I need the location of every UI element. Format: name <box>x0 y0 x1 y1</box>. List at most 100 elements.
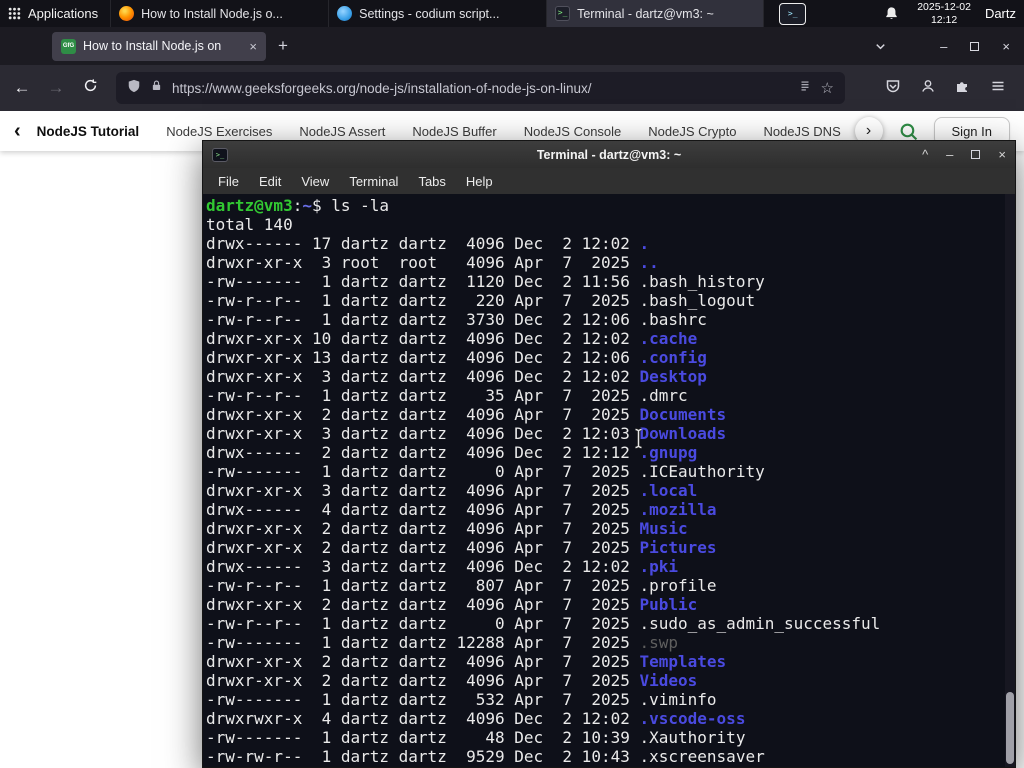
terminal-menubar: File Edit View Terminal Tabs Help <box>203 168 1015 194</box>
ls-entry: -rw------- 1 dartz dartz 0 Apr 7 2025 .I… <box>206 462 765 481</box>
pocket-icon[interactable] <box>885 78 901 99</box>
ls-entry: -rw------- 1 dartz dartz 48 Dec 2 10:39 … <box>206 728 746 747</box>
ls-entry: -rw-r--r-- 1 dartz dartz 0 Apr 7 2025 .s… <box>206 614 881 633</box>
terminal-tray-icon[interactable]: >_ <box>779 2 807 25</box>
taskbar-button-title: How to Install Node.js o... <box>141 6 283 21</box>
ls-entry: drwxrwxr-x 4 dartz dartz 4096 Dec 2 12:0… <box>206 709 746 728</box>
firefox-tab-bar: How to Install Node.js on × + – × <box>0 27 1024 65</box>
maximize-window-icon[interactable] <box>970 41 980 51</box>
extensions-icon[interactable] <box>955 78 971 99</box>
tabbar-right-controls: – × <box>873 39 1024 54</box>
close-window-icon[interactable]: × <box>1002 39 1010 54</box>
panel-user-label: Dartz <box>984 6 1016 21</box>
ls-entry: -rw------- 1 dartz dartz 12288 Apr 7 202… <box>206 633 679 652</box>
ls-entry: drwx------ 17 dartz dartz 4096 Dec 2 12:… <box>206 234 650 253</box>
nav-item[interactable]: NodeJS Exercises <box>166 124 272 139</box>
search-icon[interactable] <box>899 122 918 141</box>
taskbar-button-settings[interactable]: Settings - codium script... <box>328 0 546 27</box>
ls-entry: drwx------ 4 dartz dartz 4096 Apr 7 2025… <box>206 500 717 519</box>
nav-item[interactable]: NodeJS Tutorial <box>37 124 140 139</box>
terminal-window-title: Terminal - dartz@vm3: ~ <box>536 147 682 162</box>
shade-window-icon[interactable]: ^ <box>922 147 928 162</box>
new-tab-button[interactable]: + <box>278 36 288 56</box>
scrollbar-thumb[interactable] <box>1006 692 1014 764</box>
reload-button[interactable] <box>78 78 102 98</box>
browser-tab[interactable]: How to Install Node.js on × <box>52 31 266 61</box>
total-line: total 140 <box>206 215 293 234</box>
menu-terminal[interactable]: Terminal <box>339 174 408 189</box>
ls-entry: -rw-r--r-- 1 dartz dartz 35 Apr 7 2025 .… <box>206 386 688 405</box>
back-button[interactable]: ← <box>10 78 34 98</box>
typed-command: ls -la <box>331 196 390 215</box>
tracking-shield-icon[interactable] <box>127 79 141 98</box>
screen: Applications How to Install Node.js o...… <box>0 0 1024 768</box>
clock-time: 12:12 <box>930 13 958 26</box>
account-icon[interactable] <box>920 78 936 99</box>
ls-entry: drwxr-xr-x 3 root root 4096 Apr 7 2025 .… <box>206 253 659 272</box>
nav-item[interactable]: NodeJS Assert <box>299 124 385 139</box>
firefox-nav-toolbar: ← → https://www.geeksforgeeks.org/node-j… <box>0 65 1024 111</box>
nav-item[interactable]: NodeJS DNS <box>763 124 840 139</box>
terminal-window: >_ Terminal - dartz@vm3: ~ ^ – × File Edi… <box>202 140 1016 768</box>
panel-clock[interactable]: 2025-12-02 12:12 <box>917 1 971 26</box>
menu-view[interactable]: View <box>291 174 339 189</box>
minimize-window-icon[interactable]: – <box>940 39 947 54</box>
reader-view-icon[interactable] <box>798 79 812 98</box>
menu-tabs[interactable]: Tabs <box>408 174 455 189</box>
ls-entry: drwx------ 2 dartz dartz 4096 Dec 2 12:1… <box>206 443 698 462</box>
ls-entry: drwxr-xr-x 2 dartz dartz 4096 Apr 7 2025… <box>206 652 727 671</box>
ls-entry: drwxr-xr-x 3 dartz dartz 4096 Dec 2 12:0… <box>206 367 707 386</box>
close-tab-icon[interactable]: × <box>245 39 257 54</box>
ls-entry: drwxr-xr-x 13 dartz dartz 4096 Dec 2 12:… <box>206 348 707 367</box>
taskbar-button-terminal[interactable]: >_ Terminal - dartz@vm3: ~ <box>546 0 765 27</box>
lock-icon[interactable] <box>150 79 163 97</box>
applications-menu-button[interactable]: Applications <box>0 0 110 27</box>
ls-entry: drwxr-xr-x 2 dartz dartz 4096 Apr 7 2025… <box>206 671 698 690</box>
taskbar: How to Install Node.js o... Settings - co… <box>110 0 765 27</box>
applications-label: Applications <box>28 6 99 21</box>
taskbar-button-title: Settings - codium script... <box>359 6 500 21</box>
url-bar[interactable]: https://www.geeksforgeeks.org/node-js/in… <box>116 72 845 104</box>
prompt-user-host: dartz@vm3 <box>206 196 293 215</box>
toolbar-right-icons <box>885 78 1014 99</box>
ls-entry: drwxr-xr-x 2 dartz dartz 4096 Apr 7 2025… <box>206 595 698 614</box>
menu-file[interactable]: File <box>208 174 249 189</box>
ls-entry: -rw-rw-r-- 1 dartz dartz 9529 Dec 2 10:4… <box>206 747 765 766</box>
terminal-window-controls: ^ – × <box>922 147 1006 162</box>
prompt-line: dartz@vm3:~$ ls -la <box>206 196 390 215</box>
ls-entry: drwxr-xr-x 10 dartz dartz 4096 Dec 2 12:… <box>206 329 698 348</box>
ls-entry: drwxr-xr-x 2 dartz dartz 4096 Apr 7 2025… <box>206 538 717 557</box>
app-grid-icon <box>8 7 21 20</box>
menu-help[interactable]: Help <box>456 174 503 189</box>
menu-icon[interactable] <box>990 78 1006 99</box>
taskbar-button-firefox[interactable]: How to Install Node.js o... <box>110 0 328 27</box>
terminal-icon: >_ <box>555 6 571 21</box>
bookmark-star-icon[interactable]: ☆ <box>821 79 834 97</box>
terminal-titlebar[interactable]: >_ Terminal - dartz@vm3: ~ ^ – × <box>203 141 1015 168</box>
ls-entry: drwxr-xr-x 3 dartz dartz 4096 Apr 7 2025… <box>206 481 698 500</box>
notifications-bell-icon[interactable] <box>884 6 899 21</box>
minimize-window-icon[interactable]: – <box>946 147 953 162</box>
nav-item[interactable]: NodeJS Crypto <box>648 124 736 139</box>
desktop-panel: Applications How to Install Node.js o...… <box>0 0 1024 27</box>
nav-item[interactable]: NodeJS Buffer <box>412 124 496 139</box>
settings-icon <box>337 6 353 21</box>
ls-entry: -rw------- 1 dartz dartz 1120 Dec 2 11:5… <box>206 272 765 291</box>
ls-entry: drwx------ 3 dartz dartz 4096 Dec 2 12:0… <box>206 557 679 576</box>
url-text[interactable]: https://www.geeksforgeeks.org/node-js/in… <box>172 81 789 96</box>
terminal-screen[interactable]: dartz@vm3:~$ ls -la total 140 drwx------… <box>203 194 1015 767</box>
close-window-icon[interactable]: × <box>998 147 1006 162</box>
nav-item[interactable]: NodeJS Console <box>524 124 622 139</box>
ls-entry: drwxr-xr-x 2 dartz dartz 4096 Apr 7 2025… <box>206 405 727 424</box>
forward-button[interactable]: → <box>44 78 68 98</box>
menu-edit[interactable]: Edit <box>249 174 291 189</box>
gfg-favicon <box>61 38 76 54</box>
firefox-window-controls: – × <box>940 39 1010 54</box>
tab-title: How to Install Node.js on <box>83 39 222 53</box>
maximize-window-icon[interactable] <box>971 150 981 159</box>
nav-scroll-left-icon[interactable]: ‹ <box>14 121 21 141</box>
firefox-icon <box>119 6 135 21</box>
ls-entry: -rw-r--r-- 1 dartz dartz 3730 Dec 2 12:0… <box>206 310 707 329</box>
list-all-tabs-icon[interactable] <box>873 39 888 54</box>
terminal-scrollbar[interactable] <box>1005 194 1015 767</box>
